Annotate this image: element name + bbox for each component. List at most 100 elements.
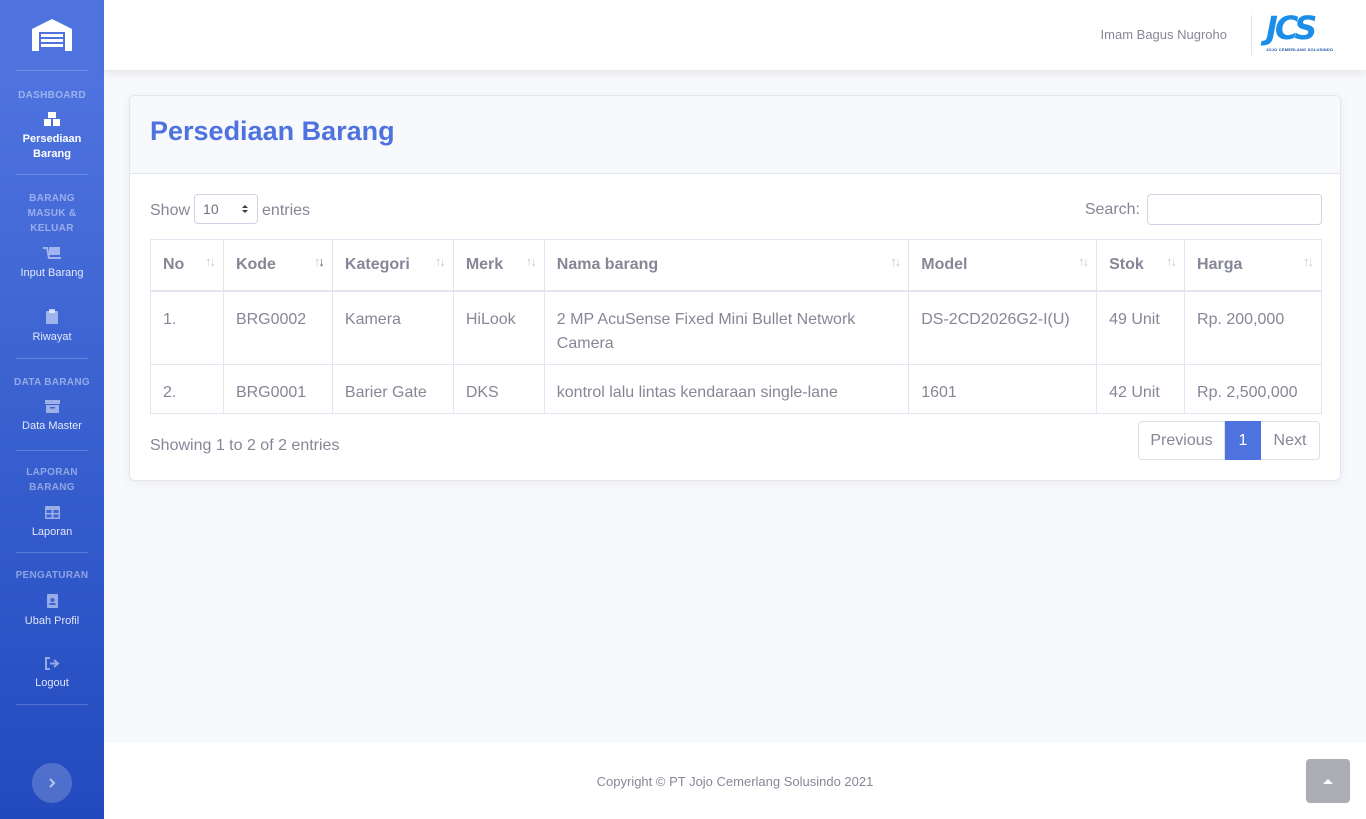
sidebar-heading-dashboard: DASHBOARD (18, 90, 86, 101)
column-header-model[interactable]: Model ↑↓ (908, 239, 1098, 292)
sort-icon: ↑↓ (434, 254, 446, 269)
column-header-kode[interactable]: Kode ↑↓ (222, 239, 333, 292)
table-row: 2. BRG0001 Barier Gate DKS kontrol lalu … (150, 364, 1322, 414)
entries-label: entries (262, 202, 311, 219)
sidebar-item-laporan[interactable]: Laporan (0, 506, 104, 540)
chevron-right-icon (49, 778, 56, 788)
sidebar-heading-data-barang: DATA BARANG (14, 377, 90, 388)
archive-icon (44, 400, 60, 413)
sidebar-item-label: Laporan (31, 526, 73, 538)
cell-nama-barang: kontrol lalu lintas kendaraan single-lan… (543, 364, 910, 414)
copyright-text: Copyright © PT Jojo Cemerlang Solusindo … (596, 773, 874, 789)
sidebar-item-label: Ubah Profil (24, 615, 80, 627)
show-label: Show (150, 202, 191, 219)
sidebar-divider (16, 552, 88, 553)
cell-kode: BRG0002 (222, 290, 333, 365)
sidebar-item-label: Input Barang (20, 267, 84, 279)
column-header-nama-barang[interactable]: Nama barang ↑↓ (543, 239, 910, 292)
select-arrows-icon (242, 205, 249, 213)
sidebar-divider (16, 450, 88, 451)
topbar-divider (1251, 15, 1252, 55)
table-controls: Show 10 entries Search: (150, 194, 1322, 226)
entries-length: Show 10 entries (150, 194, 311, 224)
previous-button[interactable]: Previous (1138, 421, 1225, 460)
sort-icon: ↑↓ (890, 254, 901, 269)
cell-model: DS-2CD2026G2-I(U) (908, 290, 1098, 365)
entries-select[interactable]: 10 (194, 194, 259, 224)
cell-kode: BRG0001 (222, 364, 333, 414)
warehouse-icon (32, 19, 72, 51)
column-header-stok[interactable]: Stok ↑↓ (1096, 239, 1186, 292)
entries-value: 10 (203, 201, 219, 217)
sidebar-heading-pengaturan: PENGATURAN (15, 570, 89, 581)
sidebar-brand[interactable] (0, 0, 104, 70)
table-row: 1. BRG0002 Kamera HiLook 2 MP AcuSense F… (150, 290, 1322, 365)
table-icon (44, 506, 60, 519)
clipboard-icon (46, 309, 58, 324)
user-name[interactable]: Imam Bagus Nugroho (1101, 27, 1227, 42)
table-header-row: No ↑↓ Kode ↑↓ Kategori ↑↓ Merk ↑↓ Nama baran… (150, 239, 1322, 292)
page-title: Persediaan Barang (150, 116, 395, 146)
boxes-icon (44, 112, 60, 126)
dolly-icon (43, 247, 61, 259)
sort-icon: ↑↓ (525, 254, 537, 269)
inventory-table: No ↑↓ Kode ↑↓ Kategori ↑↓ Merk ↑↓ Nama baran… (150, 239, 1322, 414)
sidebar-item-label: Data Master (22, 420, 82, 432)
sidebar-divider (16, 358, 88, 359)
column-header-kategori[interactable]: Kategori ↑↓ (331, 239, 454, 292)
next-button[interactable]: Next (1261, 421, 1320, 460)
table-search: Search: (1085, 194, 1322, 225)
page-1-button[interactable]: 1 (1225, 421, 1261, 460)
sidebar-heading-laporan-barang: LAPORAN BARANG (26, 467, 78, 493)
pagination: Previous 1 Next (1138, 421, 1320, 460)
cell-merk: HiLook (452, 290, 545, 365)
column-header-no[interactable]: No ↑↓ (150, 239, 224, 292)
cell-harga: Rp. 200,000 (1184, 290, 1322, 365)
cell-stok: 49 Unit (1096, 290, 1186, 365)
search-input[interactable] (1147, 194, 1322, 225)
sidebar-item-label: Logout (35, 677, 69, 689)
cell-no: 1. (150, 290, 224, 365)
cell-nama-barang: 2 MP AcuSense Fixed Mini Bullet Network … (543, 290, 910, 365)
company-logo: JCS JOJO CEMERLANG SOLUSINDO (1266, 10, 1336, 54)
id-badge-icon (46, 594, 58, 608)
sidebar-divider (16, 704, 88, 705)
sort-icon: ↑↓ (1303, 254, 1314, 269)
inventory-card: Persediaan Barang Show 10 entries Search… (129, 95, 1341, 481)
cell-stok: 42 Unit (1096, 364, 1186, 414)
sidebar-item-label: Riwayat (32, 331, 72, 343)
sidebar-item-persediaan-barang[interactable]: Persediaan Barang (0, 112, 104, 162)
cell-harga: Rp. 2,500,000 (1184, 364, 1322, 414)
cell-no: 2. (150, 364, 224, 414)
cell-merk: DKS (452, 364, 545, 414)
sidebar-item-logout[interactable]: Logout (0, 657, 104, 691)
search-label: Search: (1084, 200, 1140, 218)
sidebar-divider (16, 174, 88, 175)
chevron-up-icon (1323, 779, 1333, 784)
logo-subtext: JOJO CEMERLANG SOLUSINDO (1266, 47, 1334, 52)
cell-kategori: Kamera (331, 290, 454, 365)
cell-model: 1601 (908, 364, 1098, 414)
topbar: Imam Bagus Nugroho JCS JOJO CEMERLANG SO… (104, 0, 1366, 70)
sort-icon: ↑↓ (204, 254, 216, 269)
logo-text: JCS (1266, 9, 1317, 47)
sidebar-heading-barang-masuk-keluar: BARANG MASUK & KELUAR (27, 193, 77, 234)
sidebar: DASHBOARD Persediaan Barang BARANG MASUK… (0, 0, 104, 819)
sidebar-divider (16, 70, 88, 71)
footer: Copyright © PT Jojo Cemerlang Solusindo … (104, 743, 1366, 819)
sidebar-item-riwayat[interactable]: Riwayat (0, 309, 104, 345)
sidebar-item-ubah-profil[interactable]: Ubah Profil (0, 594, 104, 629)
card-header: Persediaan Barang (130, 96, 1340, 174)
cell-kategori: Barier Gate (331, 364, 454, 414)
table-info: Showing 1 to 2 of 2 entries (150, 437, 340, 454)
sidebar-item-input-barang[interactable]: Input Barang (0, 246, 104, 281)
column-header-merk[interactable]: Merk ↑↓ (452, 239, 545, 292)
sidebar-toggle-button[interactable] (32, 763, 72, 803)
column-header-harga[interactable]: Harga ↑↓ (1184, 239, 1322, 292)
sort-desc-icon: ↑↓ (313, 254, 325, 269)
sign-out-icon (44, 657, 60, 670)
sidebar-item-label: Persediaan Barang (22, 133, 82, 160)
sidebar-item-data-master[interactable]: Data Master (0, 400, 104, 434)
scroll-to-top-button[interactable] (1306, 759, 1350, 803)
sort-icon: ↑↓ (1078, 254, 1089, 269)
